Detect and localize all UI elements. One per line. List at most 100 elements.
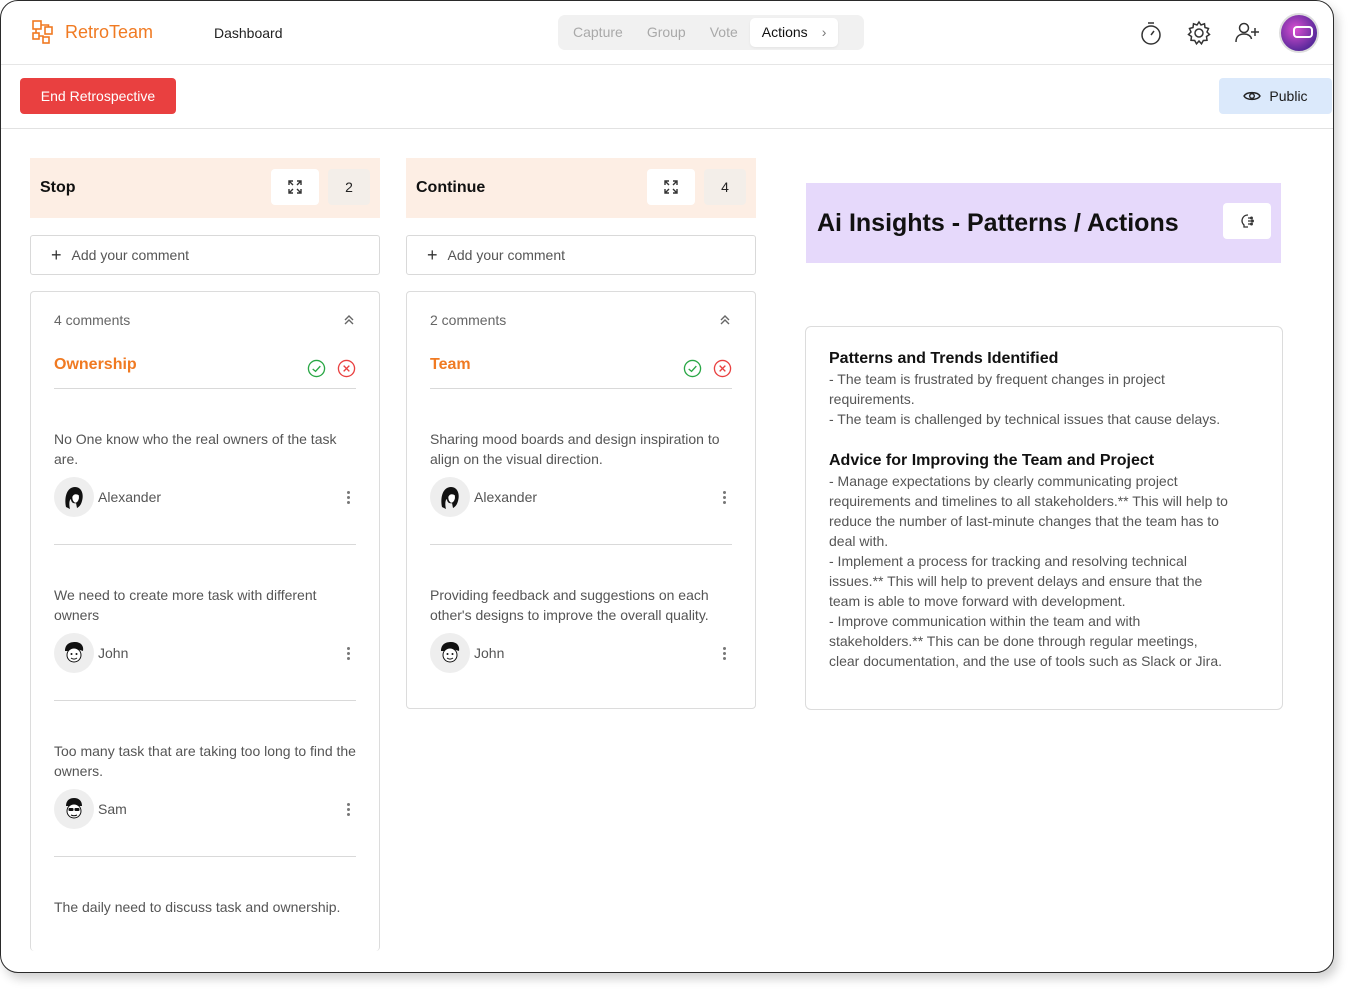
expand-column-button[interactable]	[271, 169, 319, 205]
add-member-button[interactable]	[1231, 17, 1263, 49]
approve-check-icon[interactable]	[683, 359, 702, 378]
comment-item: Providing feedback and suggestions on ea…	[430, 545, 732, 701]
logo[interactable]: RetroTeam	[31, 19, 153, 45]
comment-author-row: John	[54, 633, 356, 673]
comment-text: No One know who the real owners of the t…	[54, 431, 337, 467]
settings-button[interactable]	[1183, 17, 1215, 49]
step-vote[interactable]: Vote	[698, 18, 750, 47]
top-actions	[1135, 13, 1319, 53]
group-name: Team	[430, 356, 471, 373]
group-name: Ownership	[54, 356, 137, 373]
person-avatar-icon	[441, 487, 459, 509]
ai-insights-card: Patterns and Trends Identified - The tea…	[805, 326, 1283, 710]
ai-text-line: - Improve communication within the team …	[829, 613, 1141, 629]
step-group[interactable]: Group	[635, 18, 698, 47]
plus-icon: +	[427, 244, 438, 265]
author-name: Alexander	[474, 489, 538, 505]
comment-author-row: John	[430, 633, 732, 673]
comment-menu-button[interactable]	[716, 645, 732, 661]
retroteam-logo-icon	[32, 20, 53, 44]
ai-insights-header: Ai Insights - Patterns / Actions	[806, 183, 1281, 263]
group-comment-count: 2 comments	[430, 312, 507, 328]
ai-text-line: requirements and timelines to all stakeh…	[829, 493, 1228, 509]
user-avatar[interactable]	[1279, 13, 1319, 53]
person-avatar-icon	[66, 798, 82, 819]
app-window: RetroTeam Dashboard Capture Group Vote A…	[0, 0, 1334, 973]
add-comment-placeholder: Add your comment	[71, 247, 190, 263]
ai-text-line: stakeholders.** This can be done through…	[829, 633, 1198, 649]
column-count-badge: 4	[704, 169, 746, 205]
comment-author-row: Sam	[54, 789, 356, 829]
group-actions	[307, 348, 356, 378]
comment-author: John	[430, 633, 504, 673]
author-avatar	[430, 633, 470, 673]
column-count-badge: 2	[328, 169, 370, 205]
comment-author: Alexander	[54, 477, 161, 517]
visibility-public-button[interactable]: Public	[1219, 78, 1332, 114]
nav-dashboard-link[interactable]: Dashboard	[214, 25, 283, 41]
person-avatar-icon	[65, 642, 84, 663]
step-actions-label: Actions	[761, 24, 808, 40]
comment-item: Too many task that are taking too long t…	[54, 701, 356, 857]
add-comment-input[interactable]: + Add your comment	[406, 235, 756, 275]
author-avatar	[54, 477, 94, 517]
comment-author-row: Alexander	[430, 477, 732, 517]
comment-menu-button[interactable]	[716, 489, 732, 505]
author-name: Sam	[98, 801, 127, 817]
person-avatar-icon	[65, 487, 83, 509]
ai-insights-title: Ai Insights - Patterns / Actions	[817, 208, 1179, 237]
comment-author-row: Alexander	[54, 477, 356, 517]
comment-text: Sharing mood boards and design inspirati…	[430, 431, 720, 467]
public-label: Public	[1269, 88, 1308, 104]
author-avatar	[430, 477, 470, 517]
add-comment-placeholder: Add your comment	[447, 247, 566, 263]
comment-text: Too many task that are taking too long t…	[54, 743, 356, 779]
ai-text-line: - Implement a process for tracking and r…	[829, 553, 1187, 569]
approve-check-icon[interactable]	[307, 359, 326, 378]
comment-menu-button[interactable]	[340, 801, 356, 817]
timer-button[interactable]	[1135, 17, 1167, 49]
author-avatar	[54, 633, 94, 673]
comment-item: We need to create more task with differe…	[54, 545, 356, 701]
ai-text-line: issues.** This will help to prevent dela…	[829, 573, 1203, 589]
collapse-icon[interactable]	[342, 313, 356, 327]
ai-text-line: deal with.	[829, 533, 889, 549]
add-comment-input[interactable]: + Add your comment	[30, 235, 380, 275]
top-nav: RetroTeam Dashboard Capture Group Vote A…	[1, 1, 1333, 65]
column-stop: Stop 2 + Add your comment 4 comments Own…	[30, 158, 380, 951]
ai-section-title: Advice for Improving the Team and Projec…	[829, 452, 1155, 469]
comment-author: John	[54, 633, 128, 673]
step-capture[interactable]: Capture	[561, 18, 635, 47]
group-comment-count: 4 comments	[54, 312, 131, 328]
person-avatar-icon	[441, 642, 460, 663]
ai-text-line: clear documentation, and the use of tool…	[829, 653, 1222, 669]
reject-x-icon[interactable]	[337, 359, 356, 378]
group-header: 2 comments	[430, 292, 732, 348]
ai-generate-button[interactable]	[1223, 203, 1271, 239]
column-title: Continue	[416, 179, 486, 196]
board-toolbar: End Retrospective Public	[1, 65, 1333, 129]
comment-author: Sam	[54, 789, 127, 829]
comment-item: No One know who the real owners of the t…	[54, 389, 356, 545]
end-retrospective-button[interactable]: End Retrospective	[20, 78, 176, 114]
column-header: Stop 2	[30, 158, 380, 218]
comment-text: The daily need to discuss task and owner…	[54, 899, 341, 915]
reject-x-icon[interactable]	[713, 359, 732, 378]
app-name: RetroTeam	[65, 21, 154, 42]
ai-text-line: requirements.	[829, 391, 915, 407]
ai-section-title: Patterns and Trends Identified	[829, 350, 1059, 367]
author-name: John	[474, 645, 505, 661]
comment-menu-button[interactable]	[340, 489, 356, 505]
ai-text-line: - The team is challenged by technical is…	[829, 411, 1221, 427]
group-header: 4 comments	[54, 292, 356, 348]
ai-text-line: reduce the number of last-minute changes…	[829, 513, 1219, 529]
step-actions[interactable]: Actions ›	[749, 18, 839, 47]
collapse-icon[interactable]	[718, 313, 732, 327]
ai-text-line: team is able to move forward with develo…	[829, 593, 1126, 609]
expand-column-button[interactable]	[647, 169, 695, 205]
ai-text-line: - The team is frustrated by frequent cha…	[829, 371, 1165, 387]
group-name-row: Team	[430, 348, 732, 389]
comment-menu-button[interactable]	[340, 645, 356, 661]
eye-icon	[1243, 91, 1262, 101]
author-avatar	[54, 789, 94, 829]
